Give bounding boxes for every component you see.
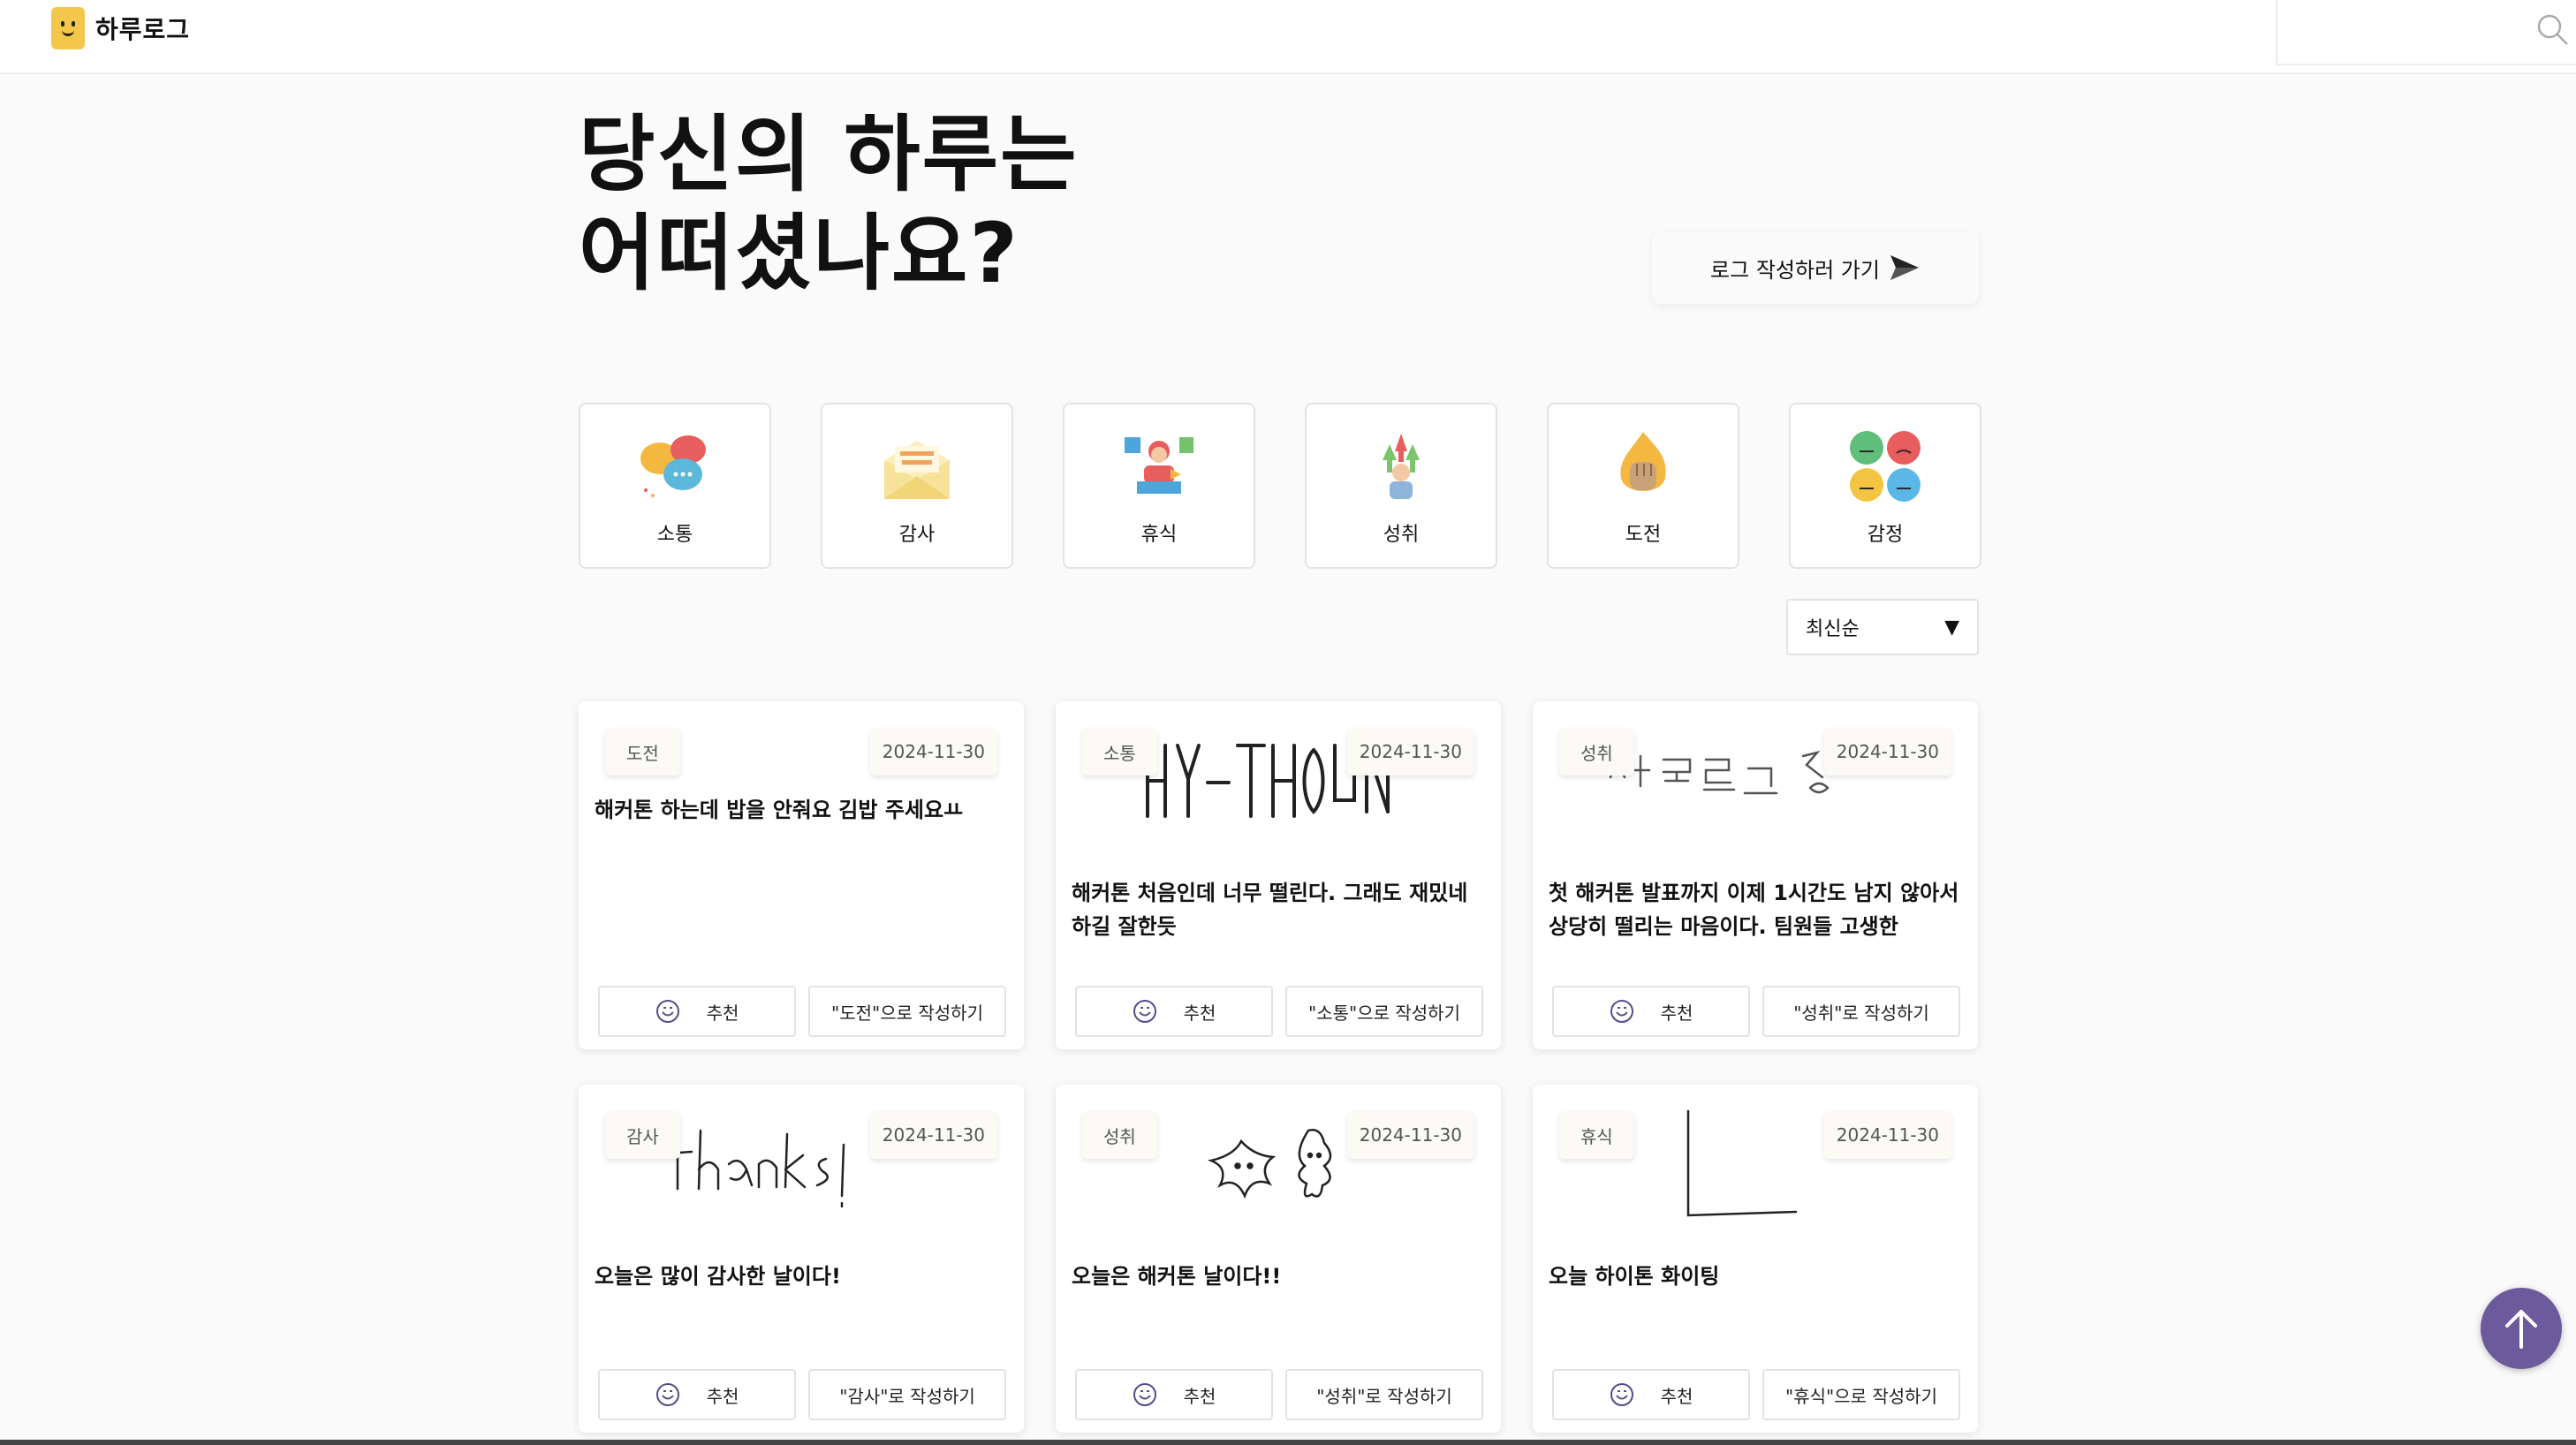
category-communication[interactable]: 소통	[579, 403, 771, 569]
card-text: 오늘은 많이 감사한 날이다!	[595, 1264, 841, 1289]
handwritten-drawing	[1146, 744, 1390, 818]
log-card-grid: 도전 2024-11-30 해커톤 하는데 밥을 안줘요 김밥 주세요ㅛ 추천 …	[579, 701, 1978, 1433]
category-achievement[interactable]: 성취	[1305, 403, 1497, 569]
recommend-button[interactable]: 추천	[1552, 986, 1750, 1037]
card-actions: 추천 "소통"으로 작성하기	[1075, 986, 1483, 1037]
card-date: 2024-11-30	[1823, 1111, 1951, 1159]
write-with-category-button[interactable]: "성취"로 작성하기	[1285, 1369, 1483, 1420]
card-date: 2024-11-30	[869, 728, 997, 775]
card-text: 오늘은 해커톤 날이다!!	[1072, 1264, 1282, 1289]
recommend-label: 추천	[1183, 1002, 1216, 1024]
handwritten-drawing	[665, 1129, 845, 1208]
card-category-tag: 성취	[1082, 1111, 1157, 1159]
page-title: 당신의 하루는 어떠셨나요?	[579, 106, 1079, 304]
recommend-button[interactable]: 추천	[1552, 1369, 1750, 1420]
scroll-to-top-button[interactable]	[2481, 1288, 2562, 1369]
card-actions: 추천 "휴식"으로 작성하기	[1552, 1369, 1960, 1420]
fist-flame-icon	[1620, 432, 1666, 491]
category-list: 소통 감사 휴식 성취 도전 감정	[579, 403, 1981, 569]
handwritten-drawing	[1207, 1129, 1332, 1199]
card-category-tag: 도전	[605, 728, 680, 775]
write-with-category-button[interactable]: "성취"로 작성하기	[1762, 986, 1960, 1037]
arrow-up-icon	[2505, 1310, 2537, 1349]
smile-icon	[1133, 1383, 1156, 1406]
sort-selected-value: 최신순	[1806, 618, 1860, 640]
category-label: 도전	[1625, 524, 1662, 546]
page-title-line2: 어떠셨나요?	[579, 206, 1019, 302]
category-label: 휴식	[1140, 524, 1178, 546]
search-icon[interactable]	[2535, 12, 2571, 48]
card-actions: 추천 "도전"으로 작성하기	[598, 986, 1006, 1037]
thanks-envelope-icon	[884, 441, 950, 499]
speech-bubbles-icon	[640, 435, 706, 497]
log-card[interactable]: 감사 2024-11-30 오늘은 많이 감사한 날이다! 추천 "감사"로 작…	[579, 1085, 1024, 1433]
card-category-tag: 성취	[1559, 728, 1634, 775]
smile-icon	[1133, 1000, 1156, 1023]
recommend-label: 추천	[1660, 1385, 1693, 1407]
achievement-person-icon	[1383, 434, 1420, 499]
card-text: 해커톤 하는데 밥을 안줘요 김밥 주세요ㅛ	[595, 798, 964, 822]
card-actions: 추천 "성취"로 작성하기	[1552, 986, 1960, 1037]
category-label: 성취	[1383, 524, 1420, 546]
write-log-label: 로그 작성하러 가기	[1710, 257, 1880, 283]
log-card[interactable]: 성취 2024-11-30 첫 해커톤 발표까지 이제 1시간도 남지 않아서 …	[1533, 701, 1978, 1049]
handwritten-drawing	[1609, 750, 1830, 795]
recommend-label: 추천	[1660, 1002, 1693, 1024]
log-card[interactable]: 휴식 2024-11-30 오늘 하이톤 화이팅 추천 "휴식"으로 작성하기	[1533, 1085, 1978, 1433]
card-category-tag: 휴식	[1559, 1111, 1634, 1159]
recommend-button[interactable]: 추천	[598, 1369, 796, 1420]
recommend-button[interactable]: 추천	[598, 986, 796, 1037]
write-with-category-button[interactable]: "도전"으로 작성하기	[808, 986, 1006, 1037]
bottom-edge-bar	[0, 1440, 2576, 1445]
log-card[interactable]: 도전 2024-11-30 해커톤 하는데 밥을 안줘요 김밥 주세요ㅛ 추천 …	[579, 701, 1024, 1049]
emotion-faces-icon	[1850, 431, 1921, 502]
card-actions: 추천 "감사"로 작성하기	[598, 1369, 1006, 1420]
category-challenge[interactable]: 도전	[1547, 403, 1739, 569]
write-with-category-button[interactable]: "감사"로 작성하기	[808, 1369, 1006, 1420]
recommend-button[interactable]: 추천	[1075, 1369, 1273, 1420]
write-log-button[interactable]: 로그 작성하러 가기	[1652, 231, 1979, 304]
logo-text: 하루로그	[95, 15, 191, 44]
category-label: 감사	[898, 524, 936, 546]
smile-icon	[1610, 1000, 1633, 1023]
paper-plane-icon	[1890, 255, 1919, 280]
write-with-category-button[interactable]: "소통"으로 작성하기	[1285, 986, 1483, 1037]
card-category-tag: 감사	[605, 1111, 680, 1159]
card-date: 2024-11-30	[869, 1111, 997, 1159]
card-date: 2024-11-30	[1346, 728, 1474, 775]
smile-icon	[655, 1383, 679, 1406]
smile-icon	[655, 1000, 679, 1023]
card-date: 2024-11-30	[1823, 728, 1951, 775]
recommend-button[interactable]: 추천	[1075, 986, 1273, 1037]
card-text: 해커톤 처음인데 너무 떨린다. 그래도 재밌네 하길 잘한듯	[1072, 881, 1468, 939]
card-actions: 추천 "성취"로 작성하기	[1075, 1369, 1483, 1420]
recommend-label: 추천	[706, 1385, 739, 1407]
card-date: 2024-11-30	[1346, 1111, 1474, 1159]
category-label: 소통	[656, 524, 693, 546]
category-gratitude[interactable]: 감사	[821, 403, 1013, 569]
app-logo[interactable]: 하루로그	[51, 7, 190, 49]
recommend-label: 추천	[706, 1002, 739, 1024]
category-rest[interactable]: 휴식	[1063, 403, 1255, 569]
handwritten-drawing	[1686, 1109, 1798, 1217]
category-label: 감정	[1867, 524, 1904, 546]
log-card[interactable]: 성취 2024-11-30 오늘은 해커톤 날이다!! 추천 "성취"로 작성하…	[1056, 1085, 1501, 1433]
card-text: 첫 해커톤 발표까지 이제 1시간도 남지 않아서 상당히 떨리는 마음이다. …	[1549, 881, 1959, 939]
caret-down-icon: ▼	[1944, 616, 1959, 639]
top-header: 하루로그	[0, 0, 2576, 74]
category-emotion[interactable]: 감정	[1789, 403, 1981, 569]
recommend-label: 추천	[1183, 1385, 1216, 1407]
log-card[interactable]: 소통 2024-11-30 해커톤 처음인데 너무 떨린다. 그래도 재밌네 하…	[1056, 701, 1501, 1049]
card-text: 오늘 하이톤 화이팅	[1549, 1264, 1720, 1289]
page-title-line1: 당신의 하루는	[579, 107, 1079, 203]
logo-face-icon	[51, 7, 85, 49]
search-input[interactable]	[2276, 0, 2576, 65]
card-category-tag: 소통	[1082, 728, 1157, 775]
smile-icon	[1610, 1383, 1633, 1406]
sort-select[interactable]: 최신순 ▼	[1786, 599, 1979, 655]
relaxing-person-icon	[1125, 437, 1193, 494]
write-with-category-button[interactable]: "휴식"으로 작성하기	[1762, 1369, 1960, 1420]
